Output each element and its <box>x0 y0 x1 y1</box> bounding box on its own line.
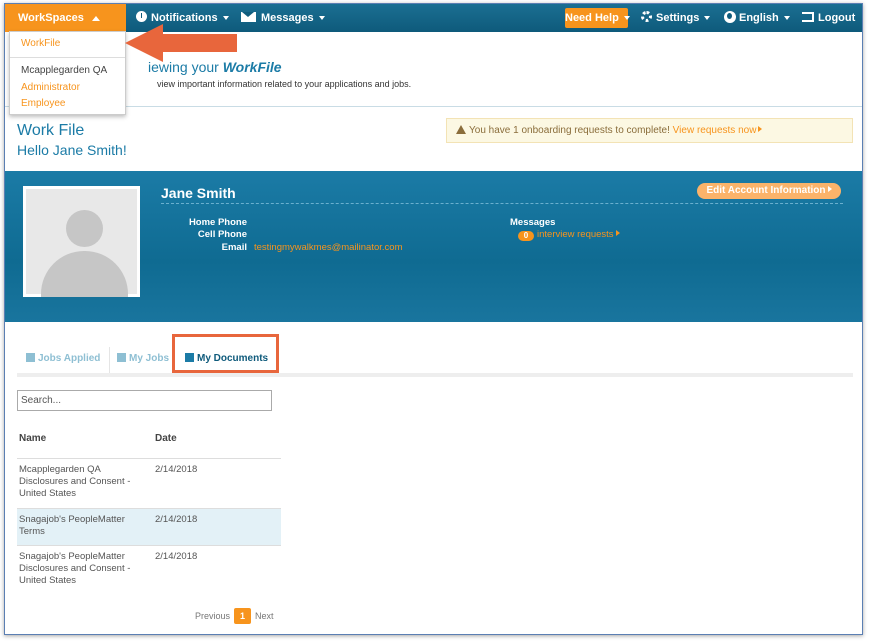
workspaces-menu-button[interactable]: WorkSpaces <box>5 4 126 32</box>
table-row[interactable]: Mcapplegarden QA Disclosures and Consent… <box>17 458 281 508</box>
logout-icon <box>802 12 814 22</box>
alert-circle-icon <box>136 11 147 22</box>
avatar-body <box>41 251 128 297</box>
caret-down-icon <box>623 16 630 21</box>
current-page[interactable]: 1 <box>234 608 252 624</box>
tab-label: Jobs Applied <box>38 353 101 364</box>
messages-menu[interactable]: Messages <box>241 4 325 32</box>
logout-label: Logout <box>818 12 856 24</box>
caret-down-icon <box>783 16 790 21</box>
avatar <box>23 186 140 297</box>
tab-label: My Jobs <box>129 353 170 364</box>
pagination: Previous 1 Next <box>195 608 274 624</box>
email-label: Email <box>221 242 247 253</box>
tab-square-icon <box>26 353 35 362</box>
view-requests-link[interactable]: View requests now <box>673 125 763 136</box>
viewing-subtitle: view important information related to yo… <box>157 79 412 89</box>
caret-up-icon <box>91 15 100 21</box>
column-header-date[interactable]: Date <box>155 433 177 444</box>
caret-down-icon <box>318 16 325 21</box>
messages-label: Messages <box>261 12 314 24</box>
messages-heading: Messages <box>510 217 556 228</box>
warning-icon <box>456 125 466 134</box>
profile-name: Jane Smith <box>161 185 236 201</box>
tab-square-icon <box>117 353 126 362</box>
tab-bar: Jobs Applied My Jobs My Documents <box>17 341 853 377</box>
page-title: Work File <box>17 122 85 139</box>
gear-icon <box>641 11 652 22</box>
interview-requests-label: interview requests <box>537 229 614 240</box>
previous-page-link[interactable]: Previous <box>195 611 230 621</box>
need-help-button[interactable]: Need Help <box>565 8 630 28</box>
chevron-right-icon <box>758 126 763 132</box>
chevron-right-icon <box>827 186 832 192</box>
email-value[interactable]: testingmywalkmes@mailinator.com <box>254 242 403 253</box>
dropdown-item-employee[interactable]: Employee <box>21 98 65 109</box>
tab-my-jobs[interactable]: My Jobs <box>117 349 169 369</box>
caret-down-icon <box>704 16 711 21</box>
avatar-head <box>66 210 103 247</box>
onboarding-alert: You have 1 onboarding requests to comple… <box>446 118 853 143</box>
need-help-label: Need Help <box>565 12 619 24</box>
tab-highlight-box <box>172 334 279 373</box>
workspaces-dropdown: WorkFile Mcapplegarden QA Administrator … <box>9 31 126 115</box>
document-name[interactable]: Snagajob's PeopleMatter Terms <box>19 514 147 538</box>
table-row[interactable]: Snagajob's PeopleMatter Disclosures and … <box>17 545 281 595</box>
home-phone-label: Home Phone <box>188 217 247 228</box>
settings-label: Settings <box>656 12 700 24</box>
profile-divider <box>161 203 843 204</box>
settings-menu[interactable]: Settings <box>641 4 711 32</box>
interview-count-badge: 0 <box>518 231 534 241</box>
edit-account-button[interactable]: Edit Account Information <box>697 183 841 199</box>
document-date: 2/14/2018 <box>155 464 198 475</box>
alert-text: You have 1 onboarding requests to comple… <box>469 125 670 136</box>
notifications-label: Notifications <box>151 12 218 24</box>
tab-divider <box>109 347 110 373</box>
greeting: Hello Jane Smith! <box>17 142 127 158</box>
dropdown-item-administrator[interactable]: Administrator <box>21 82 80 93</box>
dropdown-item-workfile[interactable]: WorkFile <box>21 38 60 49</box>
dropdown-item-org: Mcapplegarden QA <box>21 65 108 76</box>
interview-requests-link[interactable]: interview requests <box>537 229 620 240</box>
table-row[interactable]: Snagajob's PeopleMatter Terms 2/14/2018 <box>17 508 281 545</box>
highlight-arrow-icon <box>125 24 237 62</box>
next-page-link[interactable]: Next <box>255 611 274 621</box>
column-header-name[interactable]: Name <box>19 433 46 444</box>
workspaces-label: WorkSpaces <box>18 12 84 24</box>
document-name[interactable]: Snagajob's PeopleMatter Disclosures and … <box>19 551 147 587</box>
tab-jobs-applied[interactable]: Jobs Applied <box>26 349 100 369</box>
edit-account-label: Edit Account Information <box>706 185 826 196</box>
envelope-icon <box>241 12 256 22</box>
view-requests-label: View requests now <box>672 125 757 136</box>
cell-phone-label: Cell Phone <box>197 229 247 240</box>
search-input[interactable] <box>17 390 272 411</box>
logout-link[interactable]: Logout <box>802 4 855 32</box>
document-date: 2/14/2018 <box>155 514 198 525</box>
dropdown-divider <box>10 57 125 58</box>
caret-down-icon <box>222 16 229 21</box>
browser-frame: WorkSpaces Notifications Messages Need H… <box>4 3 863 635</box>
profile-panel: Jane Smith Edit Account Information Home… <box>5 171 862 322</box>
document-name[interactable]: Mcapplegarden QA Disclosures and Consent… <box>19 464 147 500</box>
globe-icon <box>724 11 736 23</box>
language-menu[interactable]: English <box>724 4 790 32</box>
language-label: English <box>739 12 779 24</box>
document-date: 2/14/2018 <box>155 551 198 562</box>
chevron-right-icon <box>615 230 620 236</box>
